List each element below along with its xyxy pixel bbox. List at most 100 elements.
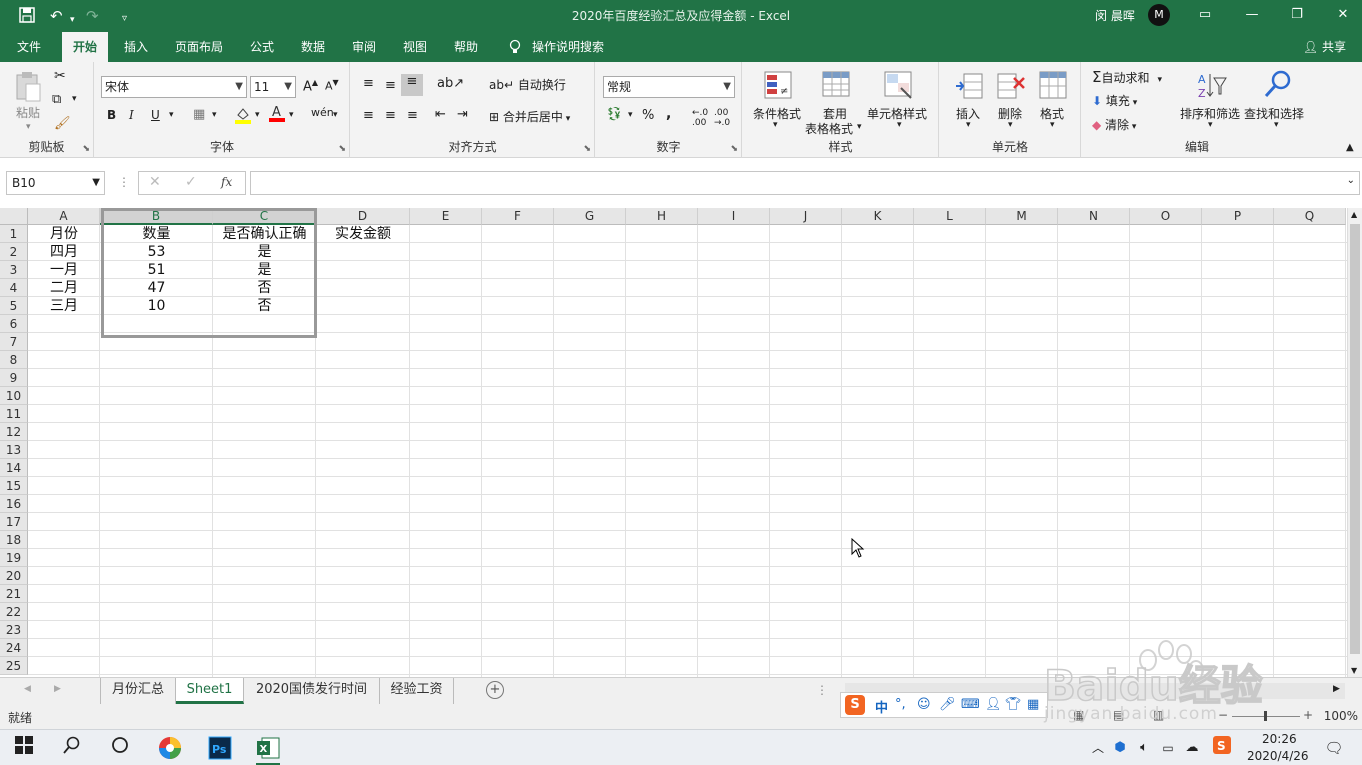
cell-a2[interactable]: 四月 [28, 243, 100, 261]
row-header-2[interactable]: 2 [0, 243, 28, 261]
expand-formula-bar-icon[interactable]: ⌄ [1347, 175, 1355, 186]
decrease-indent-icon[interactable]: ⇤ [435, 107, 446, 122]
cell-a1[interactable]: 月份 [28, 225, 100, 243]
italic-button[interactable]: I [129, 108, 134, 122]
row-header-6[interactable]: 6 [0, 315, 28, 333]
cell-c5[interactable]: 否 [213, 297, 316, 315]
sort-filter-dropdown-icon[interactable]: ▾ [1208, 120, 1213, 130]
autosum-button[interactable]: Σ自动求和 ▾ [1092, 68, 1162, 86]
font-name-select[interactable]: 宋体 ▼ [101, 76, 247, 98]
skin-icon[interactable]: 👕︎ [1005, 697, 1022, 712]
increase-font-icon[interactable]: A▲ [303, 78, 318, 94]
accounting-dropdown-icon[interactable]: ▾ [628, 110, 633, 120]
battery-icon[interactable]: ▭ [1156, 736, 1180, 760]
sheet-tab-salary[interactable]: 经验工资 [380, 678, 454, 704]
tab-help[interactable]: 帮助 [446, 32, 486, 62]
number-format-select[interactable]: 常规 ▼ [603, 76, 735, 98]
percent-button[interactable]: % [642, 108, 654, 123]
tab-review[interactable]: 审阅 [344, 32, 384, 62]
font-launcher-icon[interactable]: ⬊ [338, 144, 346, 154]
tab-page-layout[interactable]: 页面布局 [166, 32, 232, 62]
sogou-tray-icon[interactable]: S [1210, 736, 1234, 760]
insert-function-button[interactable]: fx [221, 175, 232, 189]
cell-styles-dropdown-icon[interactable]: ▾ [897, 120, 902, 130]
vertical-scroll-thumb[interactable] [1350, 224, 1360, 654]
increase-indent-icon[interactable]: ⇥ [457, 107, 468, 122]
insert-dropdown-icon[interactable]: ▾ [966, 120, 971, 130]
ribbon-display-options-icon[interactable]: ▭ [1193, 4, 1217, 26]
share-button[interactable]: 👤︎ 共享 [1303, 32, 1346, 62]
underline-dropdown-icon[interactable]: ▾ [169, 110, 174, 120]
decrease-decimal-icon[interactable]: .00 →.0 [714, 108, 730, 128]
sheet-tab-bond-issue[interactable]: 2020国债发行时间 [244, 678, 380, 704]
conditional-format-icon[interactable]: ≠ [763, 70, 795, 102]
paste-dropdown-icon[interactable]: ▾ [26, 122, 31, 132]
row-header-13[interactable]: 13 [0, 441, 28, 459]
row-header-20[interactable]: 20 [0, 567, 28, 585]
font-color-dropdown-icon[interactable]: ▾ [289, 110, 294, 120]
sheet-scroll-right-icon[interactable]: ▶ [54, 684, 61, 694]
fill-color-icon[interactable] [235, 106, 251, 127]
tab-splitter-icon[interactable]: ⋮ [816, 683, 828, 697]
copy-dropdown-icon[interactable]: ▾ [72, 94, 77, 104]
row-header-14[interactable]: 14 [0, 459, 28, 477]
column-header-f[interactable]: F [482, 208, 554, 225]
clock-time[interactable]: 20:26 [1262, 732, 1297, 746]
align-right-icon[interactable]: ≡ [407, 108, 418, 123]
column-header-b[interactable]: B [100, 208, 213, 225]
conditional-format-dropdown-icon[interactable]: ▾ [773, 120, 778, 130]
row-header-17[interactable]: 17 [0, 513, 28, 531]
cell-c1[interactable]: 是否确认正确 [213, 225, 316, 243]
excel-icon[interactable]: X [256, 736, 280, 760]
cell-a3[interactable]: 一月 [28, 261, 100, 279]
font-color-icon[interactable]: A [269, 104, 285, 125]
row-header-15[interactable]: 15 [0, 477, 28, 495]
scroll-up-icon[interactable]: ▲ [1351, 210, 1357, 219]
sheet-tab-sheet1[interactable]: Sheet1 [176, 678, 244, 704]
normal-view-icon[interactable]: ▦ [1073, 708, 1084, 722]
name-box[interactable]: B10 ▼ [6, 171, 105, 195]
phonetic-icon[interactable]: wén [311, 106, 334, 119]
format-as-table-line2[interactable]: 表格格式 [805, 120, 853, 137]
network-app-icon[interactable]: ⬢ [1108, 736, 1132, 760]
merge-center-button[interactable]: ⊞ 合并后居中 ▾ [489, 108, 570, 125]
photoshop-icon[interactable]: Ps [208, 736, 232, 760]
tab-insert[interactable]: 插入 [116, 32, 156, 62]
cell-b1[interactable]: 数量 [100, 225, 213, 243]
alignment-launcher-icon[interactable]: ⬊ [583, 144, 591, 154]
task-view-icon[interactable] [108, 736, 132, 760]
collapse-ribbon-icon[interactable]: ▲ [1346, 142, 1354, 153]
punctuation-icon[interactable]: °, [895, 697, 906, 712]
minimize-icon[interactable]: — [1240, 4, 1264, 26]
bold-button[interactable]: B [107, 108, 116, 122]
column-header-h[interactable]: H [626, 208, 698, 225]
zoom-in-icon[interactable]: + [1303, 708, 1313, 722]
cell-b5[interactable]: 10 [100, 297, 213, 315]
cell-a4[interactable]: 二月 [28, 279, 100, 297]
windows-start-icon[interactable] [12, 736, 36, 760]
row-header-8[interactable]: 8 [0, 351, 28, 369]
formula-input[interactable]: ⌄ [250, 171, 1360, 195]
paste-icon[interactable] [14, 70, 46, 102]
keyboard-icon[interactable]: ⌨ [961, 697, 980, 712]
row-header-18[interactable]: 18 [0, 531, 28, 549]
row-header-9[interactable]: 9 [0, 369, 28, 387]
column-header-d[interactable]: D [316, 208, 410, 225]
zoom-slider-thumb[interactable] [1264, 711, 1267, 721]
sort-filter-icon[interactable]: AZ [1196, 70, 1228, 102]
show-hidden-icons-icon[interactable]: ︿ [1086, 736, 1110, 760]
underline-button[interactable]: U [151, 108, 160, 122]
delete-dropdown-icon[interactable]: ▾ [1008, 120, 1013, 130]
volume-icon[interactable]: 🔈︎ [1132, 736, 1156, 760]
row-header-22[interactable]: 22 [0, 603, 28, 621]
format-as-table-icon[interactable] [821, 70, 853, 102]
sheet-tab-month-summary[interactable]: 月份汇总 [100, 678, 176, 704]
row-header-19[interactable]: 19 [0, 549, 28, 567]
cancel-icon[interactable]: ✕ [149, 174, 161, 190]
row-header-3[interactable]: 3 [0, 261, 28, 279]
page-layout-view-icon[interactable]: ▤ [1113, 708, 1124, 722]
row-header-5[interactable]: 5 [0, 297, 28, 315]
align-bottom-icon[interactable]: ≡ [401, 74, 423, 96]
clipboard-launcher-icon[interactable]: ⬊ [82, 144, 90, 154]
zoom-out-icon[interactable]: − [1218, 708, 1228, 722]
